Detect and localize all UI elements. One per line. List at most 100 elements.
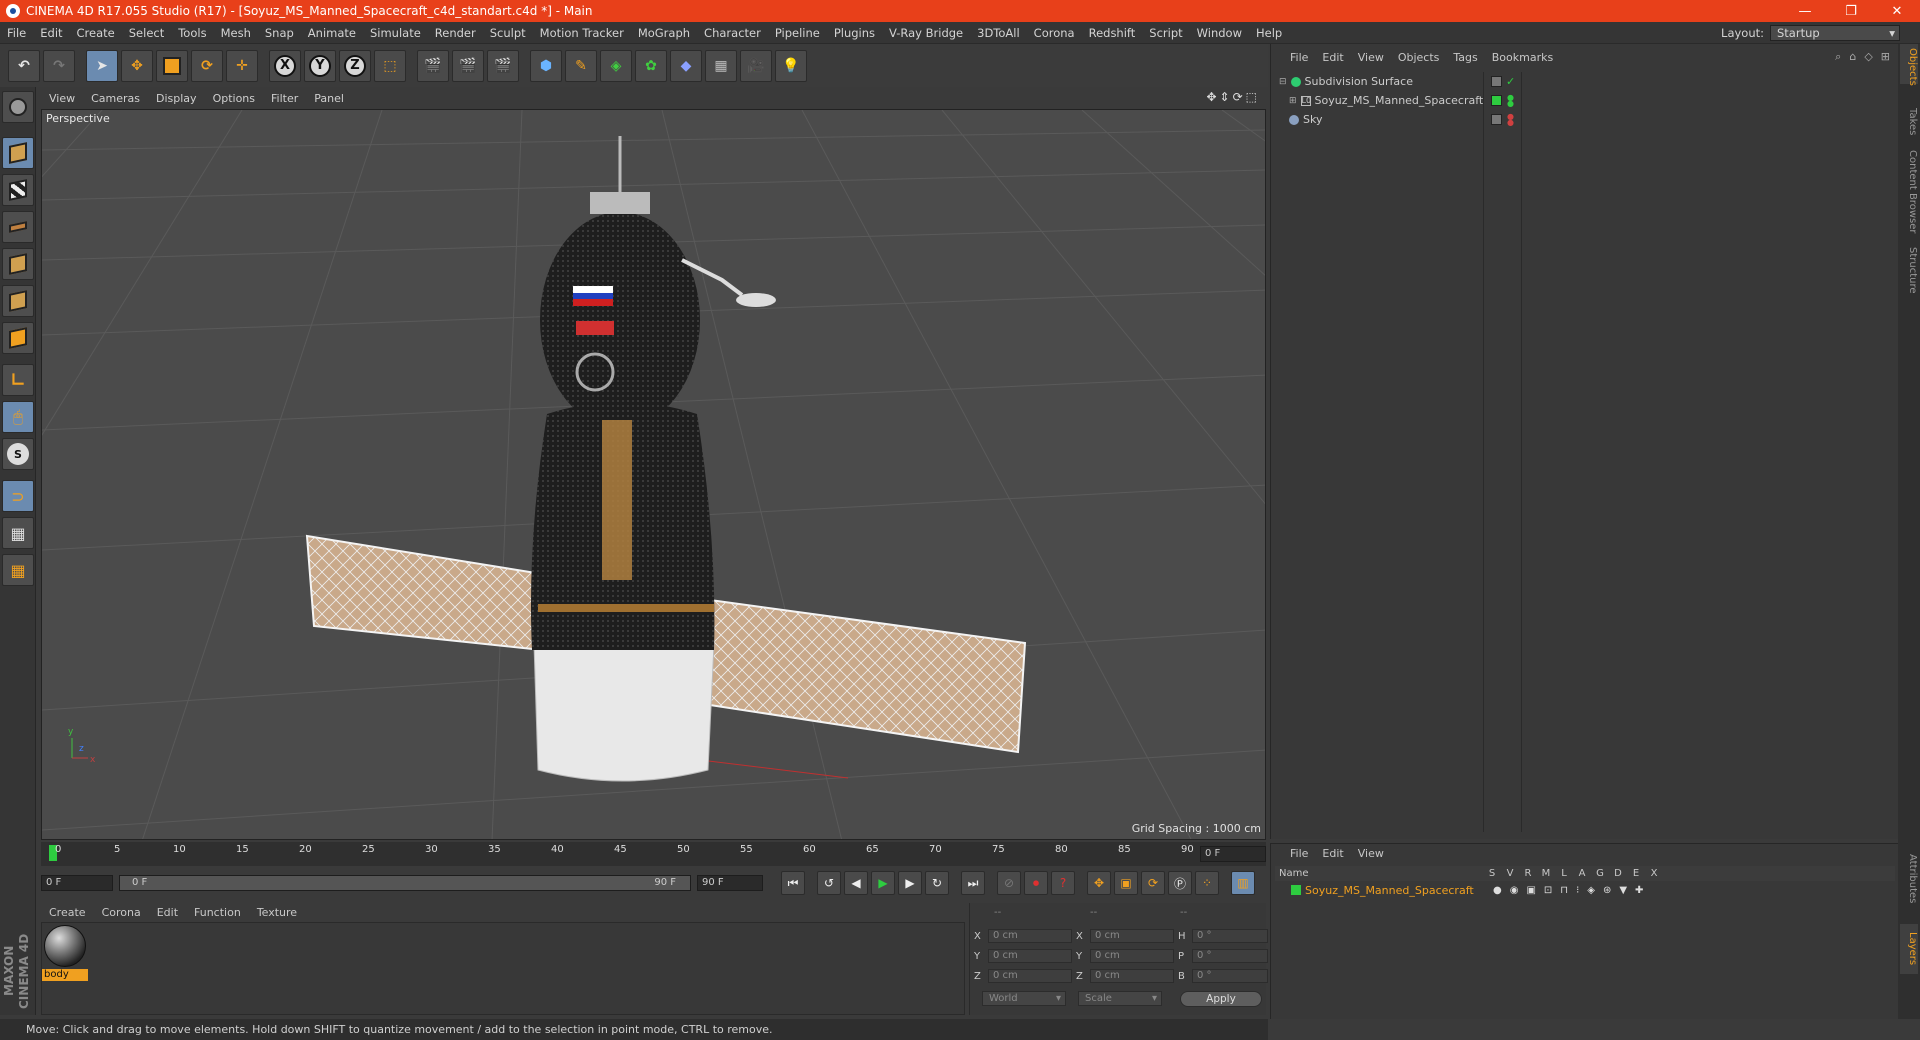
position-y-field[interactable]: 0 cm <box>988 949 1072 963</box>
add-light-button[interactable]: 💡 <box>775 49 807 82</box>
search-icon[interactable]: ⌕ <box>1835 50 1841 64</box>
visibility-dots-icon[interactable]: ● ● <box>1507 112 1514 126</box>
move-tool-button[interactable]: ✥ <box>121 49 153 82</box>
material-menu-edit[interactable]: Edit <box>149 906 186 919</box>
viewport-menu-panel[interactable]: Panel <box>306 92 352 105</box>
expand-icon[interactable]: ⊞ <box>1289 96 1297 106</box>
close-button[interactable]: ✕ <box>1874 0 1920 22</box>
visibility-dots-icon[interactable]: ● ● <box>1507 93 1514 107</box>
menu-plugins[interactable]: Plugins <box>827 22 882 44</box>
prev-frame-button[interactable]: ◀ <box>844 871 868 895</box>
rotation-h-field[interactable]: 0 ° <box>1192 929 1268 943</box>
add-deformer-button[interactable]: ◆ <box>670 49 702 82</box>
rotate-tool-button[interactable]: ⟳ <box>191 49 223 82</box>
rotation-b-field[interactable]: 0 ° <box>1192 969 1268 983</box>
workplane-lock-button[interactable]: ▦ <box>2 517 34 549</box>
add-cube-button[interactable]: ⬢ <box>530 49 562 82</box>
tweak-mode-button[interactable]: 🖱 <box>2 401 34 433</box>
next-key-button[interactable]: ↻ <box>925 871 949 895</box>
visibility-toggle[interactable] <box>1491 114 1502 125</box>
end-frame-field[interactable]: 90 F <box>697 875 763 891</box>
key-parameter-button[interactable]: Ⓟ <box>1168 871 1192 895</box>
go-to-end-button[interactable]: ⏭ <box>961 871 985 895</box>
redo-button[interactable]: ↷ <box>43 49 75 82</box>
menu-help[interactable]: Help <box>1249 22 1289 44</box>
tab-takes[interactable]: Takes <box>1900 104 1918 140</box>
objects-menu-objects[interactable]: Objects <box>1391 51 1447 64</box>
tab-attributes[interactable]: Attributes <box>1900 844 1918 914</box>
current-frame-field[interactable]: 0 F <box>1200 846 1266 862</box>
points-mode-button[interactable] <box>2 248 34 280</box>
menu-3dtoall[interactable]: 3DToAll <box>970 22 1027 44</box>
workplane-mode-button[interactable] <box>2 211 34 243</box>
enabled-check-icon[interactable]: ✓ <box>1506 75 1515 88</box>
axis-mode-button[interactable]: ∟ <box>2 364 34 396</box>
objects-menu-edit[interactable]: Edit <box>1315 51 1350 64</box>
viewport-menu-cameras[interactable]: Cameras <box>83 92 148 105</box>
menu-window[interactable]: Window <box>1190 22 1249 44</box>
motion-path-button[interactable]: ⊘ <box>997 871 1021 895</box>
add-pen-button[interactable]: ✎ <box>565 49 597 82</box>
next-frame-button[interactable]: ▶ <box>898 871 922 895</box>
tab-content-browser[interactable]: Content Browser <box>1900 144 1918 240</box>
record-keys-button[interactable]: ⏺ <box>1024 871 1048 895</box>
object-row-soyuz[interactable]: ⊞ L0 Soyuz_MS_Manned_Spacecraft ● ● <box>1275 91 1895 110</box>
objects-menu-file[interactable]: File <box>1283 51 1315 64</box>
layer-row[interactable]: Soyuz_MS_Manned_Spacecraft ●◉▣⊡⊓⁝◈⊛▼✚ <box>1275 882 1895 898</box>
live-selection-button[interactable]: ➤ <box>86 49 118 82</box>
key-position-button[interactable]: ✥ <box>1087 871 1111 895</box>
render-picture-viewer-button[interactable]: 🎬 <box>452 49 484 82</box>
coordinate-mode-dropdown[interactable]: Scale <box>1078 991 1162 1006</box>
new-view-icon[interactable]: ◇ <box>1864 50 1872 64</box>
size-z-field[interactable]: 0 cm <box>1090 969 1174 983</box>
layout-dropdown[interactable]: Startup <box>1770 25 1900 41</box>
render-settings-button[interactable]: 🎬 <box>487 49 519 82</box>
apply-button[interactable]: Apply <box>1180 991 1262 1007</box>
material-name[interactable]: body <box>42 969 88 981</box>
go-to-start-button[interactable]: ⏮ <box>781 871 805 895</box>
snap-toggle-button[interactable]: S <box>2 438 34 470</box>
collapse-icon[interactable]: ⊟ <box>1279 77 1287 87</box>
menu-edit[interactable]: Edit <box>33 22 69 44</box>
y-axis-lock-button[interactable]: Y <box>304 49 336 82</box>
play-button[interactable]: ▶ <box>871 871 895 895</box>
add-camera-button[interactable]: 🎥 <box>740 49 772 82</box>
layer-color-tag[interactable] <box>1491 95 1502 106</box>
position-z-field[interactable]: 0 cm <box>988 969 1072 983</box>
menu-redshift[interactable]: Redshift <box>1082 22 1143 44</box>
viewport-menu-filter[interactable]: Filter <box>263 92 306 105</box>
layers-menu-view[interactable]: View <box>1351 847 1391 860</box>
perspective-viewport[interactable]: Perspective y z x Grid Spacing: 1000 cm <box>41 109 1266 840</box>
menu-snap[interactable]: Snap <box>258 22 301 44</box>
timeline-ruler[interactable]: 0 5 10 15 20 25 30 35 40 45 50 55 60 65 … <box>41 842 1266 866</box>
magnet-tool-button[interactable]: ⊃ <box>2 480 34 512</box>
prev-key-button[interactable]: ↺ <box>817 871 841 895</box>
layer-color-swatch[interactable] <box>1291 885 1301 895</box>
z-axis-lock-button[interactable]: Z <box>339 49 371 82</box>
x-axis-lock-button[interactable]: X <box>269 49 301 82</box>
viewport-menu-options[interactable]: Options <box>205 92 263 105</box>
lock-icon[interactable]: ⊞ <box>1881 50 1890 64</box>
key-rotation-button[interactable]: ⟳ <box>1141 871 1165 895</box>
visibility-toggle[interactable] <box>1491 76 1502 87</box>
material-menu-create[interactable]: Create <box>41 906 94 919</box>
menu-pipeline[interactable]: Pipeline <box>768 22 827 44</box>
rotation-p-field[interactable]: 0 ° <box>1192 949 1268 963</box>
start-frame-field[interactable]: 0 F <box>41 875 113 891</box>
tab-objects[interactable]: Objects <box>1900 44 1918 86</box>
texture-mode-button[interactable] <box>2 174 34 206</box>
tab-structure[interactable]: Structure <box>1900 240 1918 300</box>
layers-menu-edit[interactable]: Edit <box>1315 847 1350 860</box>
edges-mode-button[interactable] <box>2 285 34 317</box>
timeline-window-button[interactable]: ▥ <box>1231 871 1255 895</box>
menu-simulate[interactable]: Simulate <box>363 22 428 44</box>
material-menu-texture[interactable]: Texture <box>249 906 305 919</box>
material-preview-sphere[interactable] <box>44 925 86 967</box>
workplane-snap-button[interactable]: ▦ <box>2 554 34 586</box>
object-row-subdivision[interactable]: ⊟ Subdivision Surface ✓ <box>1275 72 1895 91</box>
menu-select[interactable]: Select <box>122 22 171 44</box>
coordinate-system-button[interactable]: ⬚ <box>374 49 406 82</box>
menu-create[interactable]: Create <box>70 22 122 44</box>
objects-menu-bookmarks[interactable]: Bookmarks <box>1485 51 1560 64</box>
coordinate-space-dropdown[interactable]: World <box>982 991 1066 1006</box>
